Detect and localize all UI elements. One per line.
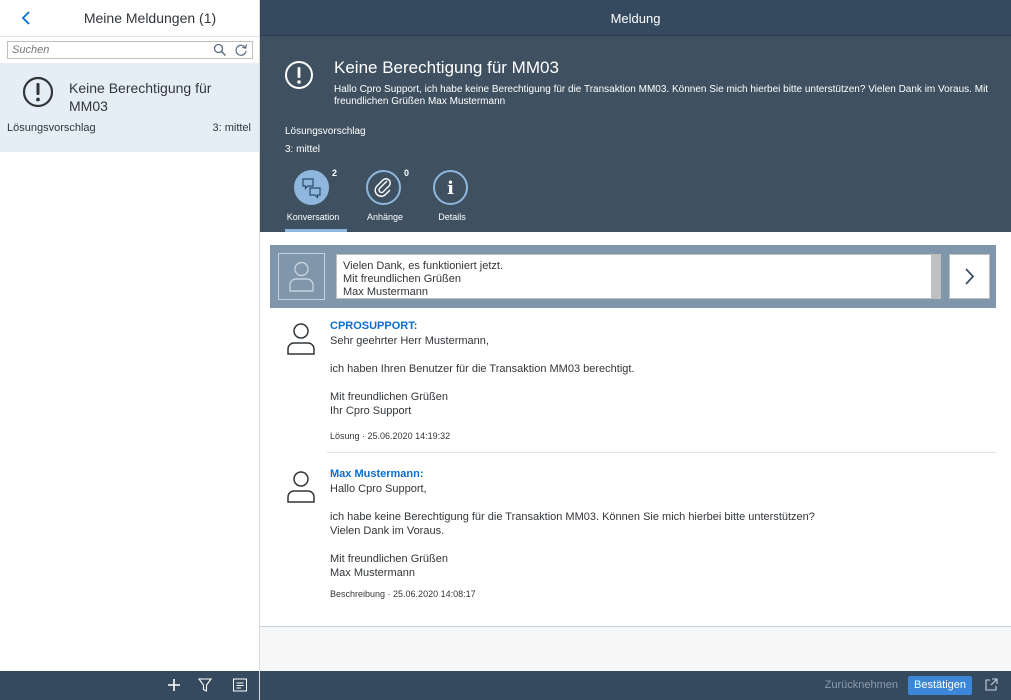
- chevron-right-icon: [965, 268, 975, 285]
- filter-icon[interactable]: [197, 677, 213, 693]
- page-title: Meldung: [610, 11, 661, 26]
- search-icon[interactable]: [213, 43, 227, 57]
- object-priority: 3: mittel: [285, 144, 321, 155]
- object-description: Hallo Cpro Support, ich habe keine Berec…: [334, 84, 989, 107]
- entry-text: Sehr geehrter Herr Mustermann, ich haben…: [330, 335, 635, 417]
- detail-header: Meldung: [260, 0, 1011, 36]
- back-arrow-icon[interactable]: [18, 9, 36, 27]
- entry-author[interactable]: Max Mustermann:: [330, 468, 424, 480]
- feed-input: Vielen Dank, es funktioniert jetzt. Mit …: [270, 245, 996, 308]
- search-input[interactable]: [8, 42, 211, 58]
- avatar: [278, 253, 325, 300]
- tab-conversation-circle: [294, 170, 329, 205]
- comment-text[interactable]: Vielen Dank, es funktioniert jetzt. Mit …: [343, 260, 923, 299]
- tab-conversation-count: 2: [332, 168, 338, 178]
- list-item-status: Lösungsvorschlag: [7, 122, 96, 134]
- conversation-icon: [302, 178, 321, 199]
- tab-active-indicator: [285, 229, 347, 232]
- confirm-button[interactable]: Bestätigen: [908, 676, 972, 695]
- entry-meta: Lösung · 25.06.2020 14:19:32: [330, 431, 451, 441]
- detail-footer: Zurücknehmen Bestätigen: [260, 671, 1011, 700]
- tab-attachments-circle: [366, 170, 401, 205]
- tab-attachments-label: Anhänge: [366, 212, 404, 222]
- search-field[interactable]: [7, 41, 253, 59]
- refresh-icon[interactable]: [234, 43, 248, 57]
- paperclip-icon: [374, 178, 391, 197]
- textarea-scrollbar[interactable]: [931, 255, 940, 298]
- share-icon[interactable]: [984, 677, 999, 692]
- master-title: Meine Meldungen (1): [83, 10, 217, 26]
- exclamation-circle-icon: [22, 76, 54, 108]
- user-icon: [289, 261, 314, 292]
- entry-meta: Beschreibung · 25.06.2020 14:08:17: [330, 589, 476, 599]
- master-header: Meine Meldungen (1): [0, 0, 259, 37]
- user-icon: [287, 471, 315, 503]
- undo-button[interactable]: Zurücknehmen: [825, 679, 898, 691]
- tab-conversation-label: Konversation: [286, 212, 340, 222]
- tab-details-label: Details: [438, 212, 466, 222]
- object-status: Lösungsvorschlag: [285, 126, 366, 137]
- object-title: Keine Berechtigung für MM03: [334, 58, 559, 77]
- add-icon[interactable]: [165, 676, 183, 694]
- list-item-title: Keine Berechtigung für MM03: [69, 80, 212, 114]
- entry-author[interactable]: CPROSUPPORT:: [330, 320, 417, 332]
- tab-details-circle: i: [433, 170, 468, 205]
- list-item[interactable]: Keine Berechtigung für MM03 Lösungsvorsc…: [0, 63, 259, 152]
- object-header: Keine Berechtigung für MM03 Hallo Cpro S…: [260, 36, 1011, 232]
- exclamation-circle-icon: [285, 61, 313, 89]
- comment-textarea[interactable]: Vielen Dank, es funktioniert jetzt. Mit …: [336, 254, 941, 299]
- detail-pane: Meldung Keine Berechtigung für MM03 Hall…: [260, 0, 1011, 700]
- user-icon: [287, 323, 315, 355]
- tab-attachments-count: 0: [404, 168, 410, 178]
- entry-text: Hallo Cpro Support, ich habe keine Berec…: [330, 483, 815, 579]
- svg-text:i: i: [447, 178, 454, 199]
- group-icon[interactable]: [232, 677, 248, 693]
- send-button[interactable]: [949, 254, 990, 299]
- master-pane: Meine Meldungen (1) Keine Berechtigung f…: [0, 0, 260, 700]
- info-icon: i: [447, 178, 454, 199]
- divider: [326, 452, 996, 453]
- list-item-priority: 3: mittel: [212, 122, 251, 134]
- master-footer: [0, 671, 259, 700]
- content-background: [260, 627, 1011, 671]
